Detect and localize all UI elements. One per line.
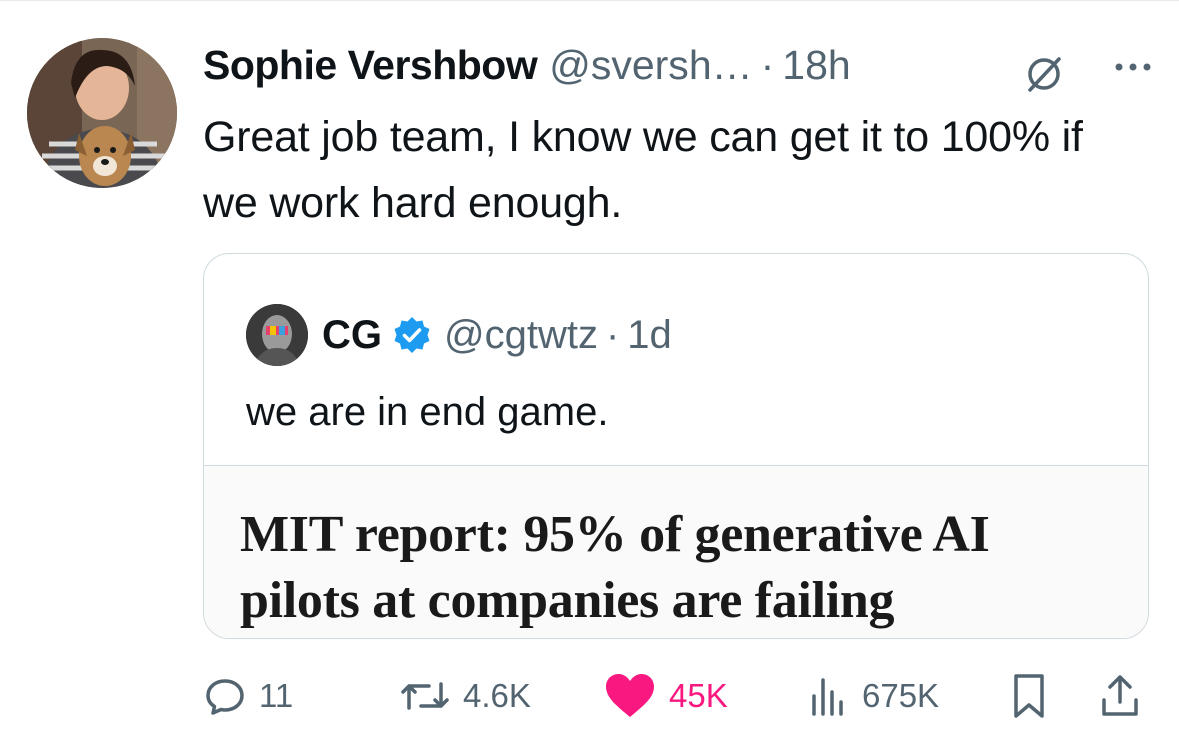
quote-header: CG @cgtwtz · 1d [322, 307, 672, 363]
tweet-timestamp[interactable]: 18h [782, 42, 850, 89]
grok-slash-icon[interactable] [1022, 52, 1066, 96]
heart-icon [606, 674, 654, 717]
quote-author-handle[interactable]: @cgtwtz [444, 313, 598, 358]
views-button[interactable]: 675K [806, 664, 939, 728]
repost-button[interactable]: 4.6K [399, 664, 531, 728]
quote-link-card[interactable]: MIT report: 95% of generative AI pilots … [204, 466, 1148, 638]
quote-text: we are in end game. [246, 390, 609, 434]
reply-button[interactable]: 11 [203, 664, 293, 728]
quote-author-name[interactable]: CG [322, 313, 382, 358]
time-separator: · [760, 41, 775, 88]
handle-truncation: h… [688, 41, 753, 88]
author-name[interactable]: Sophie Vershbow [203, 42, 538, 89]
quote-author-avatar[interactable] [246, 304, 308, 366]
top-divider [0, 0, 1179, 1]
tweet-actions: 11 4.6K 45K 675K [203, 664, 1153, 728]
like-button[interactable]: 45K [603, 664, 728, 728]
bookmark-icon [1014, 674, 1044, 718]
views-count: 675K [862, 677, 940, 714]
verified-badge-icon [394, 317, 430, 353]
share-button[interactable] [1098, 664, 1142, 728]
like-count: 45K [669, 677, 728, 714]
author-handle[interactable]: @sversh… [549, 42, 752, 89]
share-icon [1102, 675, 1138, 716]
tweet-text: Great job team, I know we can get it to … [203, 113, 1083, 227]
repost-icon [401, 682, 449, 710]
quote-timestamp[interactable]: 1d [627, 313, 672, 358]
repost-count: 4.6K [463, 677, 531, 714]
analytics-bar-icon [812, 678, 843, 716]
reply-count: 11 [259, 677, 294, 714]
card-headline: MIT report: 95% of generative AI pilots … [240, 506, 990, 629]
more-dots-icon[interactable] [1111, 52, 1155, 82]
quote-time-separator: · [605, 312, 620, 357]
quoted-tweet[interactable]: CG @cgtwtz · 1d we are in end game. MIT … [203, 253, 1149, 639]
author-avatar[interactable] [27, 38, 177, 188]
reply-icon [206, 679, 244, 715]
tweet-header: Sophie Vershbow @sversh… · 18h [203, 37, 851, 93]
bookmark-button[interactable] [1009, 664, 1049, 728]
